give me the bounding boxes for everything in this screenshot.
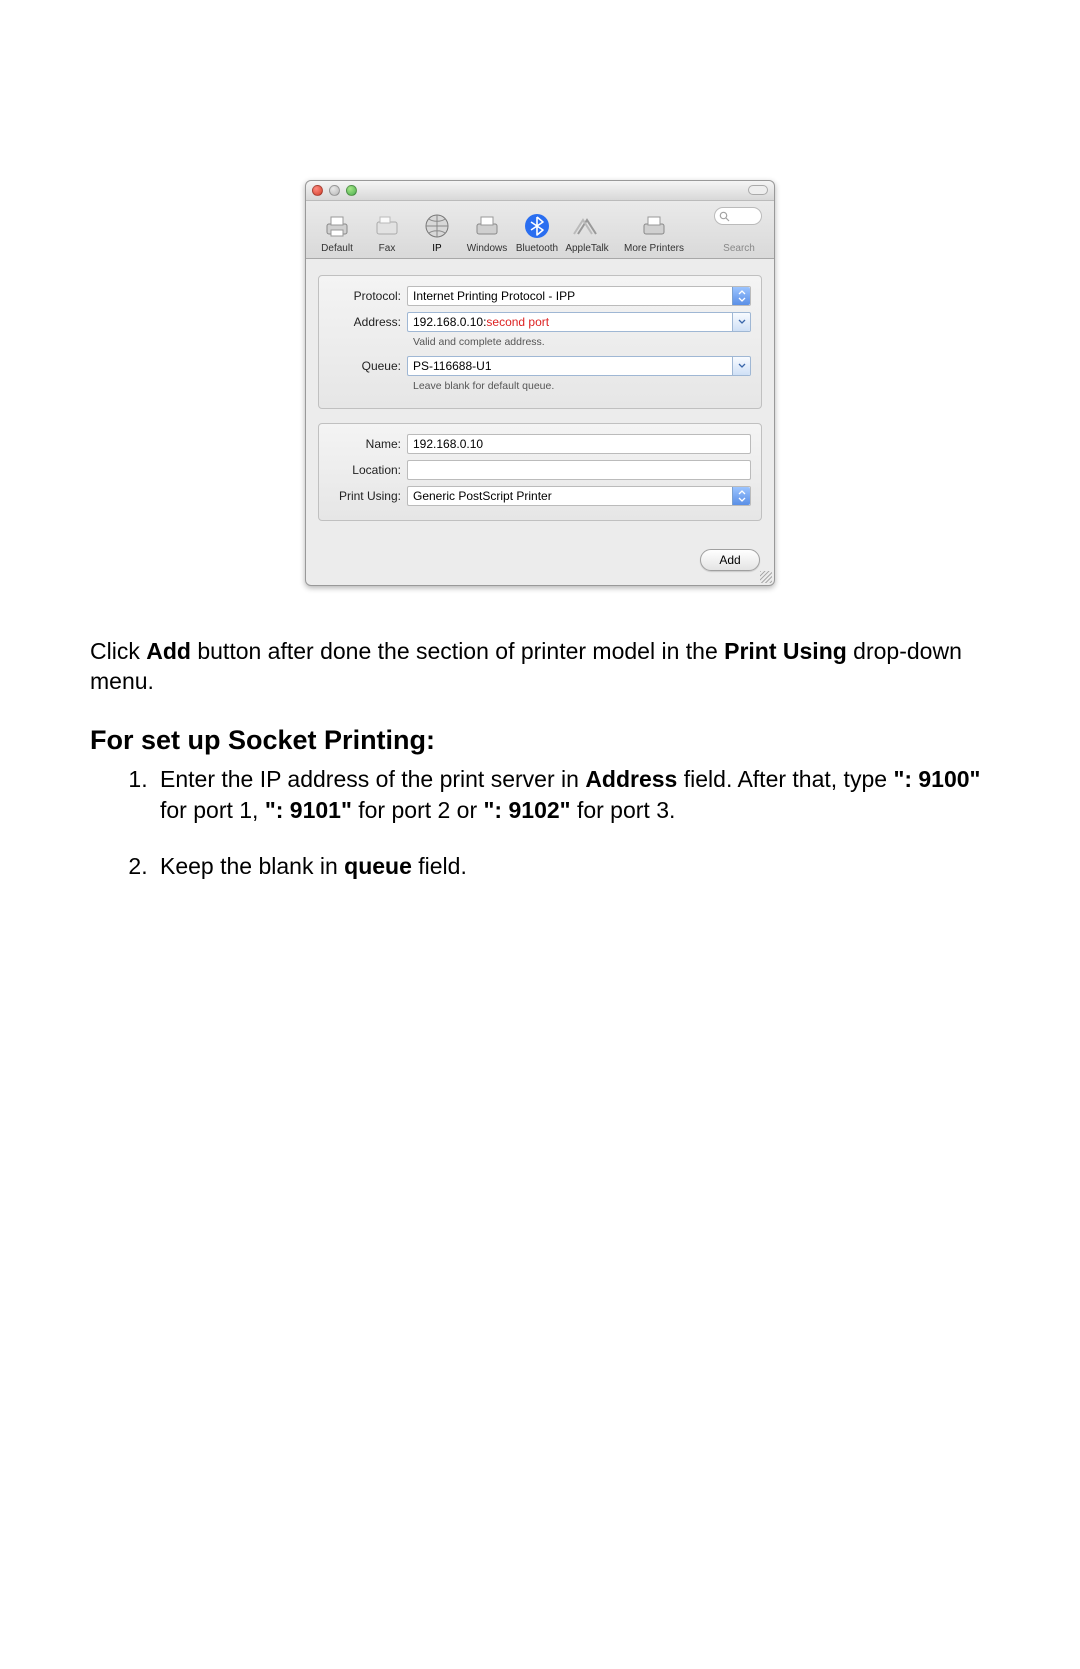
location-label: Location: — [329, 463, 407, 477]
toolbar-label: Windows — [467, 243, 508, 254]
printer-icon — [638, 211, 670, 241]
queue-label: Queue: — [329, 359, 407, 373]
toolbar-more-printers[interactable]: More Printers — [612, 211, 696, 258]
printer-icon — [321, 211, 353, 241]
name-field[interactable]: 192.168.0.10 — [407, 434, 751, 454]
list-item: Enter the IP address of the print server… — [154, 764, 990, 825]
queue-field[interactable]: PS-116688-U1 — [407, 356, 751, 376]
protocol-value: Internet Printing Protocol - IPP — [413, 289, 575, 303]
toolbar-label: AppleTalk — [565, 243, 608, 254]
printer-info-group: Name: 192.168.0.10 Location: Print Using… — [318, 423, 762, 521]
toolbar: Default Fax IP Windows — [306, 201, 774, 259]
protocol-label: Protocol: — [329, 289, 407, 303]
name-value: 192.168.0.10 — [413, 437, 483, 451]
instruction-list: Enter the IP address of the print server… — [90, 764, 990, 881]
toolbar-bluetooth[interactable]: Bluetooth — [512, 211, 562, 258]
combo-arrow-icon — [732, 313, 750, 331]
resize-grip-icon[interactable] — [760, 571, 772, 583]
zoom-icon[interactable] — [346, 185, 357, 196]
add-button-label: Add — [719, 553, 740, 567]
address-label: Address: — [329, 315, 407, 329]
document-body: Click Add button after done the section … — [90, 636, 990, 881]
dialog-footer: Add — [306, 549, 774, 585]
address-value-suffix: second port — [486, 315, 549, 329]
close-icon[interactable] — [312, 185, 323, 196]
window-titlebar — [306, 181, 774, 201]
toolbar-label: Bluetooth — [516, 243, 558, 254]
toolbar-label: IP — [432, 243, 441, 254]
fax-icon — [371, 211, 403, 241]
toolbar-label: Fax — [379, 243, 396, 254]
protocol-popup[interactable]: Internet Printing Protocol - IPP — [407, 286, 751, 306]
queue-value: PS-116688-U1 — [413, 359, 492, 373]
connection-group: Protocol: Internet Printing Protocol - I… — [318, 275, 762, 409]
queue-hint: Leave blank for default queue. — [413, 380, 751, 392]
toolbar-fax[interactable]: Fax — [362, 211, 412, 258]
document-page: Default Fax IP Windows — [0, 0, 1080, 997]
minimize-icon[interactable] — [329, 185, 340, 196]
list-item: Keep the blank in queue field. — [154, 851, 990, 881]
location-field[interactable] — [407, 460, 751, 480]
paragraph: Click Add button after done the section … — [90, 636, 990, 697]
name-label: Name: — [329, 437, 407, 451]
toolbar-ip[interactable]: IP — [412, 211, 462, 258]
toolbar-default[interactable]: Default — [312, 211, 362, 258]
toolbar-label: More Printers — [624, 243, 684, 254]
address-hint: Valid and complete address. — [413, 336, 751, 348]
address-field[interactable]: 192.168.0.10: second port — [407, 312, 751, 332]
appletalk-icon — [571, 211, 603, 241]
add-printer-window: Default Fax IP Windows — [305, 180, 775, 586]
section-heading: For set up Socket Printing: — [90, 723, 990, 759]
printusing-value: Generic PostScript Printer — [413, 489, 552, 503]
bluetooth-icon — [521, 211, 553, 241]
window-controls — [312, 185, 357, 196]
toolbar-toggle-icon[interactable] — [748, 185, 768, 195]
search-icon — [719, 211, 730, 222]
printusing-popup[interactable]: Generic PostScript Printer — [407, 486, 751, 506]
combo-arrow-icon — [732, 357, 750, 375]
toolbar-search: Search — [710, 207, 768, 258]
add-button[interactable]: Add — [700, 549, 760, 571]
popup-arrows-icon — [732, 487, 750, 505]
search-label: Search — [710, 243, 768, 254]
address-value-prefix: 192.168.0.10: — [413, 315, 486, 329]
popup-arrows-icon — [732, 287, 750, 305]
ip-globe-icon — [421, 211, 453, 241]
search-input[interactable] — [714, 207, 762, 225]
toolbar-appletalk[interactable]: AppleTalk — [562, 211, 612, 258]
printusing-label: Print Using: — [329, 489, 407, 503]
form-body: Protocol: Internet Printing Protocol - I… — [306, 259, 774, 549]
toolbar-windows[interactable]: Windows — [462, 211, 512, 258]
windows-printer-icon — [471, 211, 503, 241]
toolbar-label: Default — [321, 243, 353, 254]
